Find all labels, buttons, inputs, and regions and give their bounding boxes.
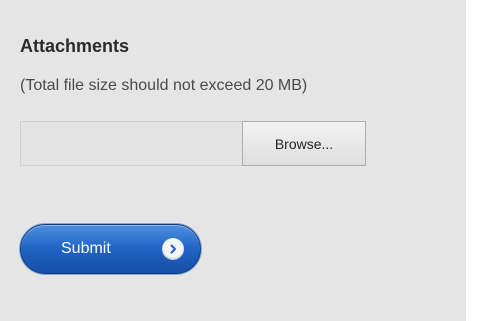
browse-button[interactable]: Browse...	[242, 121, 366, 166]
chevron-right-icon	[162, 238, 184, 260]
submit-button[interactable]: Submit	[20, 224, 201, 274]
file-size-hint: (Total file size should not exceed 20 MB…	[20, 77, 308, 94]
submit-label: Submit	[61, 240, 111, 257]
attachments-title: Attachments	[20, 36, 130, 56]
attachments-panel: Attachments (Total file size should not …	[0, 0, 466, 321]
file-upload-control: Browse...	[20, 121, 366, 166]
file-path-field[interactable]	[20, 121, 242, 166]
